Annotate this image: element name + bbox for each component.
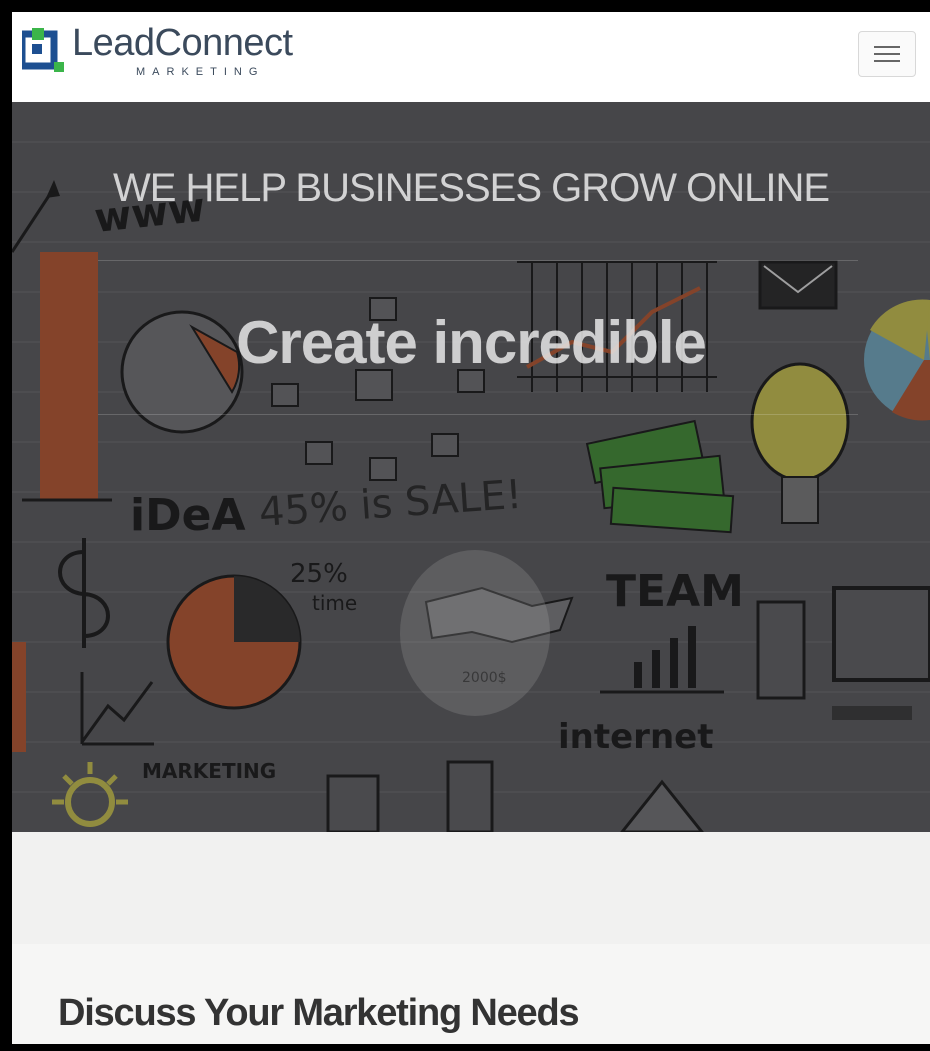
- navbar: LeadConnect MARKETING: [12, 12, 930, 102]
- hero-overlay: [12, 102, 930, 832]
- brand-name: LeadConnect: [72, 22, 293, 64]
- hamburger-icon: [874, 46, 900, 48]
- hero-divider-top: [98, 260, 858, 261]
- section-title: Discuss Your Marketing Needs: [58, 992, 580, 1034]
- logo-mark-icon: [22, 28, 64, 72]
- hero-headline: Create incredible: [236, 309, 707, 376]
- brand-tagline: MARKETING: [136, 66, 265, 78]
- marketing-section: Discuss Your Marketing Needs: [12, 944, 930, 1044]
- logo[interactable]: LeadConnect MARKETING: [22, 22, 322, 88]
- hero-divider-bottom: [98, 414, 858, 415]
- texture-band: [12, 832, 930, 944]
- page-frame: LeadConnect MARKETING www iDeA 45% is SA…: [12, 12, 930, 1044]
- menu-toggle-button[interactable]: [858, 31, 916, 77]
- hero-banner: www iDeA 45% is SALE! 25% time TEAM inte…: [12, 102, 930, 832]
- hero-tagline: WE HELP BUSINESSES GROW ONLINE: [112, 166, 830, 210]
- hero-play-circle[interactable]: [400, 550, 550, 716]
